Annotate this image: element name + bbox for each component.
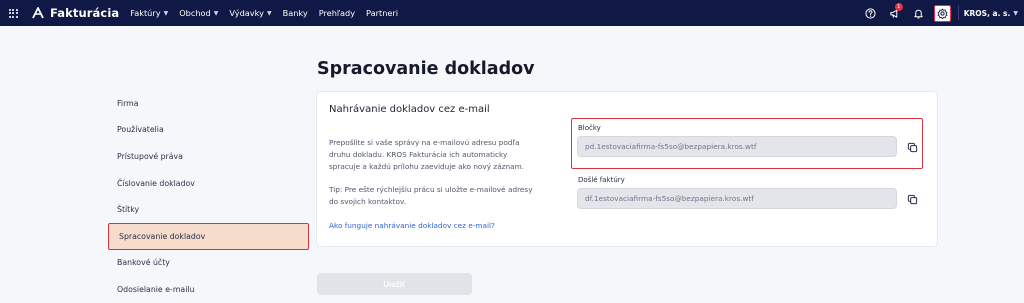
card-description: Prepošlite si vaše správy na e-mailovú a… (329, 138, 525, 172)
top-navigation-bar: Fakturácia Faktúry ▼ Obchod ▼ Výdavky ▼ Ban… (0, 0, 1024, 26)
sidebar-item-bankove-ucty[interactable]: Bankové účty (107, 250, 309, 277)
sidebar-item-spracovanie-dokladov[interactable]: Spracovanie dokladov (108, 222, 309, 250)
company-name: KROS, a. s. (963, 8, 1011, 18)
apps-grid-icon[interactable] (3, 0, 23, 26)
sidebar-item-odosielanie-emailu[interactable]: Odosielanie e-mailu (107, 276, 309, 303)
sidebar-item-label: Prístupové práva (117, 151, 183, 161)
notification-badge: 1 (894, 3, 903, 11)
chevron-down-icon: ▼ (1013, 9, 1018, 17)
nav-label: Faktúry (130, 8, 161, 18)
card-title: Nahrávanie dokladov cez e-mail (329, 104, 490, 115)
chevron-down-icon: ▼ (213, 9, 219, 17)
app-logo[interactable]: Fakturácia (31, 6, 119, 20)
copy-icon (907, 194, 917, 204)
field-label-blocky: Bločky (578, 124, 601, 132)
nav-item-obchod[interactable]: Obchod ▼ (179, 8, 218, 18)
divider (957, 6, 959, 20)
nav-label: Výdavky (229, 8, 264, 18)
announcements-button[interactable]: 1 (883, 0, 907, 26)
nav-item-partneri[interactable]: Partneri (366, 8, 398, 18)
save-button[interactable]: Uložiť (317, 273, 472, 295)
nav-item-banky[interactable]: Banky (283, 8, 308, 18)
sidebar-item-label: Používatelia (117, 125, 164, 135)
sidebar-item-label: Číslovanie dokladov (117, 178, 195, 188)
copy-dosle-faktury-button[interactable] (905, 192, 919, 206)
blocky-email-field[interactable]: pd.1estovaciafirma-fs5so@bezpapiera.kros… (577, 136, 897, 157)
nav-label: Obchod (179, 8, 211, 18)
notifications-button[interactable] (907, 0, 931, 26)
top-right-toolbar: 1 KROS, a. s. ▼ (859, 0, 1024, 26)
help-icon (865, 7, 876, 19)
dosle-faktury-email-field[interactable]: df.1estovaciafirma-fs5so@bezpapiera.kros… (577, 188, 897, 209)
nav-item-vydavky[interactable]: Výdavky ▼ (229, 8, 271, 18)
sidebar-item-pouzivatelia[interactable]: Používatelia (107, 117, 309, 144)
card-tip: Tip: Pre ešte rýchlejšiu prácu si uložte… (329, 185, 533, 207)
sidebar-item-label: Odosielanie e-mailu (117, 284, 195, 294)
sidebar-item-pristupove-prava[interactable]: Prístupové práva (107, 143, 309, 170)
company-switcher[interactable]: KROS, a. s. ▼ (964, 9, 1018, 18)
copy-icon (907, 142, 917, 152)
nav-label: Banky (282, 8, 308, 18)
sidebar-item-cislovanie-dokladov[interactable]: Číslovanie dokladov (107, 170, 309, 197)
main-nav: Faktúry ▼ Obchod ▼ Výdavky ▼ Banky Prehľady… (130, 8, 409, 18)
nav-item-prehlady[interactable]: Prehľady (319, 8, 355, 18)
chevron-down-icon: ▼ (163, 9, 169, 17)
copy-blocky-button[interactable] (905, 140, 919, 154)
sidebar-item-label: Bankové účty (117, 258, 170, 268)
sidebar-item-label: Spracovanie dokladov (119, 231, 206, 241)
help-button[interactable] (859, 0, 883, 26)
field-label-dosle-faktury: Došlé faktúry (578, 176, 625, 184)
sidebar-item-label: Štítky (117, 205, 140, 215)
help-link[interactable]: Ako funguje nahrávanie dokladov cez e-ma… (329, 221, 495, 230)
gear-icon (937, 8, 948, 19)
nav-label: Prehľady (318, 8, 356, 18)
chevron-down-icon: ▼ (266, 9, 272, 17)
logo-mark-icon (32, 7, 44, 19)
nav-item-faktury[interactable]: Faktúry ▼ (130, 8, 168, 18)
nav-label: Partneri (366, 8, 399, 18)
page-title: Spracovanie dokladov (317, 59, 535, 79)
email-upload-card: Nahrávanie dokladov cez e-mail Prepošlit… (316, 91, 938, 247)
bell-icon (914, 9, 923, 19)
settings-sidebar: Firma Používatelia Prístupové práva Čísl… (107, 90, 309, 303)
sidebar-item-stitky[interactable]: Štítky (107, 196, 309, 223)
settings-button[interactable] (933, 4, 951, 22)
sidebar-item-firma[interactable]: Firma (107, 90, 309, 117)
app-name: Fakturácia (50, 6, 120, 20)
sidebar-item-label: Firma (117, 98, 139, 108)
